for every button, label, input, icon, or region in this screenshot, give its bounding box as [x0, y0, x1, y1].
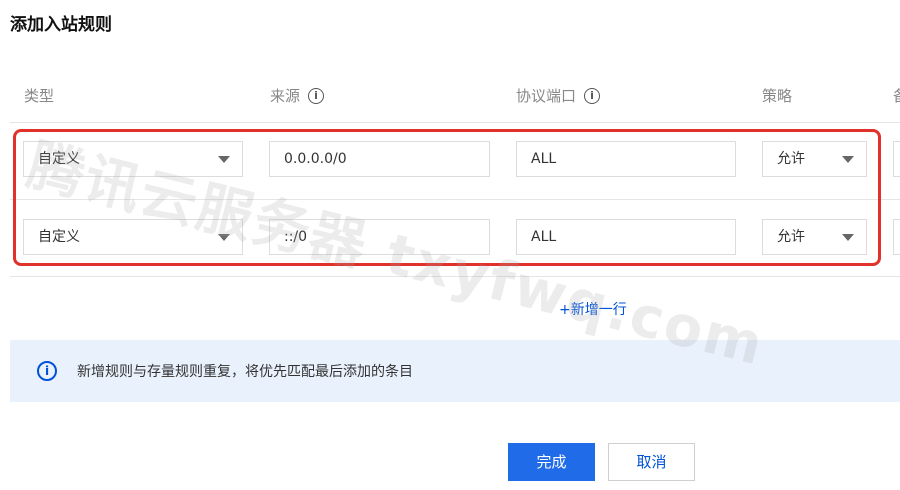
column-header-policy: 策略: [762, 85, 792, 106]
info-circle-icon: i: [37, 361, 57, 381]
cancel-button[interactable]: 取消: [608, 443, 695, 481]
dialog-title: 添加入站规则: [10, 15, 112, 35]
info-icon[interactable]: i: [584, 87, 601, 104]
highlight-box: [13, 129, 881, 266]
info-icon[interactable]: i: [308, 87, 325, 104]
remark-input[interactable]: [893, 141, 900, 177]
column-header-remark-label: 备: [893, 85, 900, 106]
remark-input[interactable]: [893, 219, 900, 255]
add-row-link[interactable]: +新增一行: [559, 299, 627, 319]
column-header-type-label: 类型: [24, 87, 55, 105]
header-divider: [10, 122, 900, 123]
column-header-port-label: 协议端口: [516, 87, 577, 105]
column-header-source: 来源 i: [270, 85, 325, 106]
column-header-source-label: 来源: [270, 87, 301, 105]
column-header-type: 类型: [24, 85, 54, 106]
notice-banner: i 新增规则与存量规则重复，将优先匹配最后添加的条目: [10, 340, 900, 402]
row-divider: [10, 276, 900, 277]
confirm-button[interactable]: 完成: [508, 443, 595, 481]
column-header-policy-label: 策略: [762, 87, 793, 105]
column-header-port: 协议端口 i: [516, 85, 601, 106]
notice-text: 新增规则与存量规则重复，将优先匹配最后添加的条目: [77, 364, 413, 380]
column-header-remark: 备: [893, 85, 900, 106]
